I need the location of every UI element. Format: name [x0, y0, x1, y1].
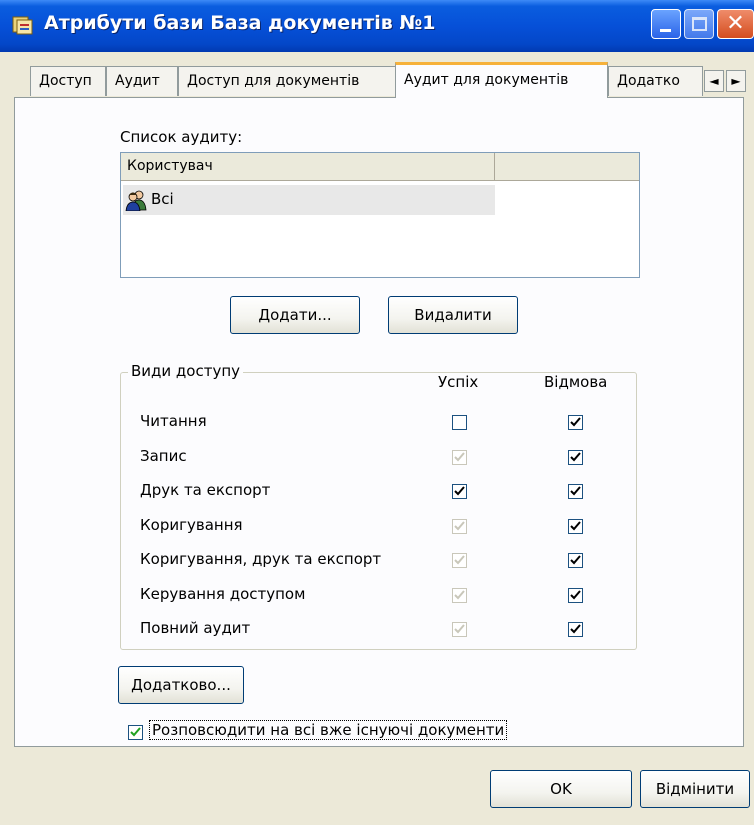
- success-checkbox: [452, 553, 467, 568]
- access-row-label: Запис: [140, 447, 187, 465]
- tab-scroll-right-icon[interactable]: ►: [726, 70, 746, 92]
- database-icon: [12, 16, 33, 35]
- failure-checkbox[interactable]: [568, 588, 583, 603]
- access-row-label: Коригування: [140, 516, 243, 534]
- checkmark-icon: [570, 452, 581, 462]
- column-user[interactable]: Користувач: [121, 153, 495, 181]
- maximize-icon: [692, 17, 707, 31]
- access-row-label: Коригування, друк та експорт: [140, 550, 382, 568]
- propagate-label[interactable]: Розповсюдити на всі вже існуючі документ…: [149, 720, 508, 740]
- checkmark-icon: [570, 555, 581, 565]
- users-group-icon: [125, 190, 147, 211]
- access-row-label: Друк та експорт: [140, 481, 271, 499]
- tab-additional[interactable]: Додатко: [608, 66, 703, 96]
- remove-button[interactable]: Видалити: [388, 296, 518, 334]
- success-checkbox: [452, 622, 467, 637]
- success-column-header: Успіх: [438, 373, 479, 391]
- minimize-button[interactable]: [651, 9, 681, 39]
- failure-column-header: Відмова: [544, 373, 608, 391]
- advanced-button[interactable]: Додатково...: [118, 666, 244, 704]
- tab-access[interactable]: Доступ: [30, 66, 106, 96]
- checkmark-icon: [454, 521, 465, 531]
- access-row-label: Читання: [140, 412, 207, 430]
- failure-checkbox[interactable]: [568, 553, 583, 568]
- access-row-label: Керування доступом: [140, 585, 306, 603]
- tab-audit[interactable]: Аудит: [106, 66, 178, 96]
- failure-checkbox[interactable]: [568, 484, 583, 499]
- checkmark-icon: [454, 555, 465, 565]
- checkmark-icon: [454, 452, 465, 462]
- access-row-label: Повний аудит: [140, 619, 251, 637]
- checkmark-icon: [130, 727, 141, 737]
- success-checkbox: [452, 450, 467, 465]
- checkmark-icon: [570, 417, 581, 427]
- tab-document-audit[interactable]: Аудит для документів: [395, 62, 608, 98]
- checkmark-icon: [454, 486, 465, 496]
- audit-list[interactable]: Користувач Всі: [120, 152, 640, 278]
- add-button[interactable]: Додати...: [230, 296, 360, 334]
- close-icon: ✕: [726, 11, 745, 36]
- checkmark-icon: [454, 590, 465, 600]
- list-item-label: Всі: [151, 190, 174, 208]
- access-types-title: Види доступу: [128, 362, 244, 380]
- audit-list-header: Користувач: [121, 153, 639, 181]
- failure-checkbox[interactable]: [568, 622, 583, 637]
- success-checkbox[interactable]: [452, 415, 467, 430]
- success-checkbox: [452, 588, 467, 603]
- tab-document-access[interactable]: Доступ для документів: [178, 66, 396, 96]
- title-bar[interactable]: Атрибути бази База документів №1 ✕: [0, 0, 754, 52]
- failure-checkbox[interactable]: [568, 519, 583, 534]
- failure-checkbox[interactable]: [568, 450, 583, 465]
- checkmark-icon: [570, 486, 581, 496]
- minimize-icon: [660, 29, 671, 32]
- list-item[interactable]: Всі: [123, 185, 495, 215]
- checkmark-icon: [570, 590, 581, 600]
- audit-list-label: Список аудиту:: [120, 128, 243, 146]
- success-checkbox[interactable]: [452, 484, 467, 499]
- column-extra[interactable]: [495, 153, 639, 181]
- failure-checkbox[interactable]: [568, 415, 583, 430]
- tab-scroll-left-icon[interactable]: ◄: [704, 70, 724, 92]
- maximize-button[interactable]: [684, 9, 714, 39]
- propagate-checkbox[interactable]: [128, 725, 143, 740]
- close-button[interactable]: ✕: [717, 9, 754, 39]
- success-checkbox: [452, 519, 467, 534]
- checkmark-icon: [570, 624, 581, 634]
- window-title: Атрибути бази База документів №1: [44, 12, 436, 34]
- checkmark-icon: [570, 521, 581, 531]
- checkmark-icon: [454, 624, 465, 634]
- ok-button[interactable]: OK: [490, 770, 632, 808]
- dialog-window: Атрибути бази База документів №1 ✕ Досту…: [0, 0, 754, 825]
- cancel-button[interactable]: Відмінити: [640, 770, 750, 808]
